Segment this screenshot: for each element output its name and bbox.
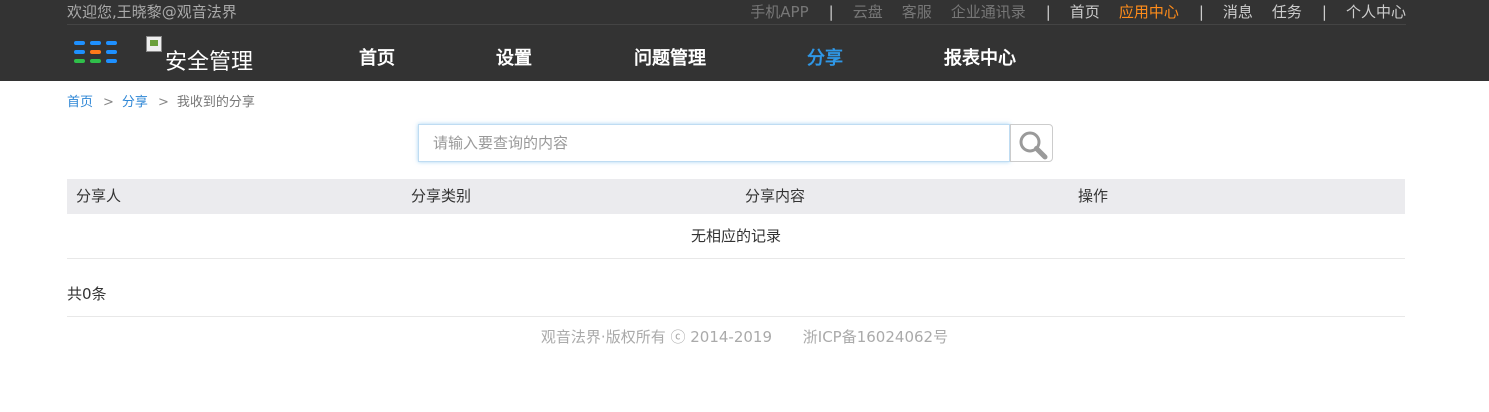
nav-issue-management[interactable]: 问题管理: [634, 46, 706, 72]
separator: |: [828, 3, 834, 21]
breadcrumb: 首页 > 分享 > 我收到的分享: [67, 94, 255, 112]
customer-service-link[interactable]: 客服: [902, 2, 932, 22]
search-button[interactable]: [1010, 124, 1053, 162]
welcome-text: 欢迎您,王晓黎@观音法界: [67, 3, 237, 21]
copyright-text: 观音法界·版权所有 ⓒ 2014-2019: [540, 328, 772, 346]
contacts-link[interactable]: 企业通讯录: [951, 2, 1026, 22]
messages-link[interactable]: 消息: [1223, 2, 1253, 22]
top-home-link[interactable]: 首页: [1070, 2, 1100, 22]
top-links: 手机APP | 云盘 客服 企业通讯录 | 首页 应用中心 | 消息 任务 | …: [731, 2, 1406, 22]
mobile-app-link[interactable]: 手机APP: [750, 2, 808, 22]
top-bar: 欢迎您,王晓黎@观音法界 手机APP | 云盘 客服 企业通讯录 | 首页 应用…: [0, 0, 1489, 81]
separator: |: [1321, 3, 1327, 21]
table-header: 分享人 分享类别 分享内容 操作: [67, 179, 1405, 214]
empty-row: 无相应的记录: [67, 214, 1405, 259]
column-header-actions: 操作: [1078, 187, 1109, 205]
tasks-link[interactable]: 任务: [1272, 2, 1302, 22]
search-box: [418, 124, 1010, 162]
footer-divider: [67, 316, 1405, 317]
separator: |: [1198, 3, 1204, 21]
search-input[interactable]: [419, 125, 1009, 161]
nav-share[interactable]: 分享: [807, 46, 843, 72]
nav-home[interactable]: 首页: [359, 46, 395, 72]
logo[interactable]: 安全管理: [146, 36, 276, 78]
app-grid-icon[interactable]: [74, 41, 118, 65]
logo-alt-text: 安全管理: [165, 50, 254, 75]
column-header-sharer: 分享人: [76, 187, 122, 205]
breadcrumb-home[interactable]: 首页: [67, 94, 93, 112]
breadcrumb-share[interactable]: 分享: [122, 94, 148, 112]
breadcrumb-current: 我收到的分享: [176, 95, 255, 110]
column-header-share-content: 分享内容: [745, 187, 806, 205]
separator: |: [1045, 3, 1051, 21]
app-center-link[interactable]: 应用中心: [1119, 2, 1179, 22]
column-header-share-type: 分享类别: [411, 187, 472, 205]
top-divider: [67, 24, 1406, 25]
total-count: 共0条: [67, 285, 107, 303]
icp-link[interactable]: 浙ICP备16024062号: [803, 328, 948, 346]
personal-center-link[interactable]: 个人中心: [1346, 2, 1406, 22]
search-icon: [1019, 131, 1048, 160]
breadcrumb-separator: >: [157, 95, 169, 110]
nav-report-center[interactable]: 报表中心: [944, 46, 1016, 72]
cloud-disk-link[interactable]: 云盘: [853, 2, 883, 22]
broken-image-icon: [146, 36, 162, 52]
nav-settings[interactable]: 设置: [496, 46, 532, 72]
footer: 观音法界·版权所有 ⓒ 2014-2019 浙ICP备16024062号: [0, 326, 1489, 348]
breadcrumb-separator: >: [103, 95, 114, 110]
